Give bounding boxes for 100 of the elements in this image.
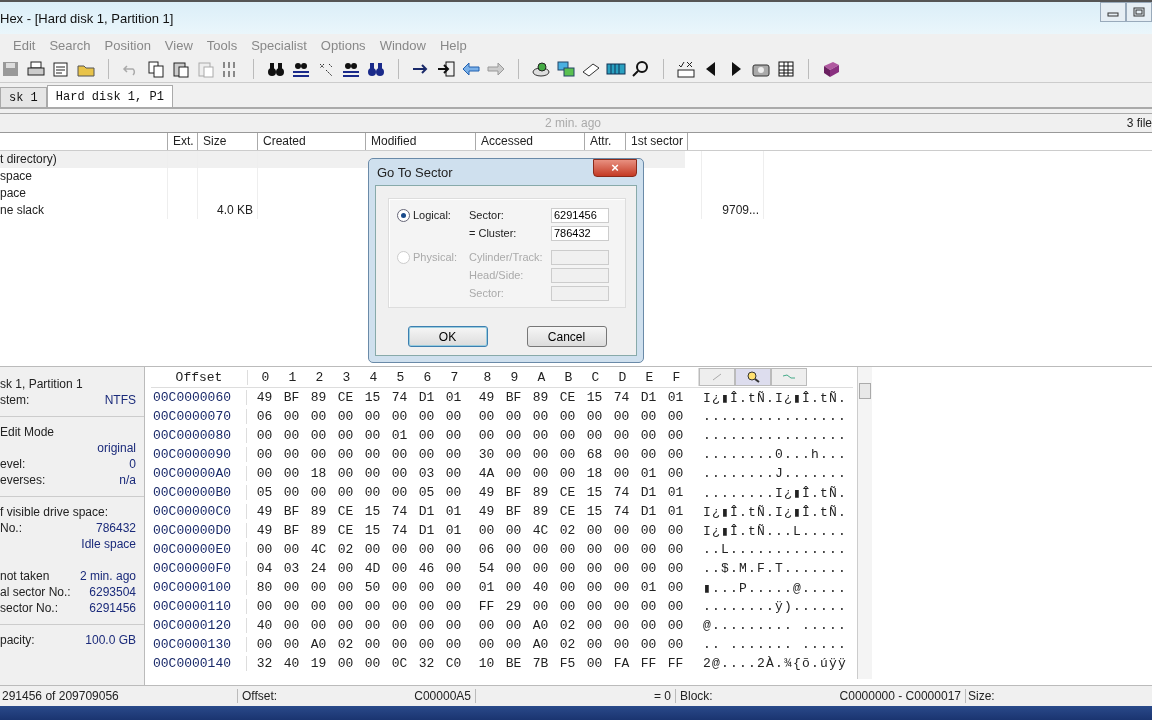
column-header[interactable]: Created xyxy=(258,133,366,150)
document-tab[interactable]: sk 1 xyxy=(0,87,47,107)
input-field[interactable]: 6291456 xyxy=(551,207,609,223)
close-button[interactable]: × xyxy=(593,159,637,177)
offset-cell: 00C0000080 xyxy=(151,428,247,443)
hex-byte: 00 xyxy=(309,599,328,614)
hex-byte: CE xyxy=(336,523,355,538)
column-header[interactable]: Accessed xyxy=(476,133,585,150)
hex-byte: 00 xyxy=(477,523,496,538)
hex-byte: 00 xyxy=(390,466,409,481)
hex-byte: 00 xyxy=(504,466,523,481)
hex-byte: 05 xyxy=(255,485,274,500)
hex-byte: 00 xyxy=(585,561,604,576)
hex-byte: 00 xyxy=(666,561,685,576)
column-header: 0 xyxy=(260,369,271,385)
hex-byte: 00 xyxy=(444,542,463,557)
status-label: Block: xyxy=(680,689,713,703)
hex-byte: 00 xyxy=(444,428,463,443)
info-value: 0 xyxy=(129,457,136,472)
offset-cell: 00C0000070 xyxy=(151,409,247,424)
info-value: 100.0 GB xyxy=(85,633,136,648)
hex-byte: 00 xyxy=(612,580,631,595)
hex-byte: 49 xyxy=(477,390,496,405)
hex-byte: 00 xyxy=(336,485,355,500)
hex-byte: 4D xyxy=(363,561,382,576)
hex-byte: 00 xyxy=(558,409,577,424)
hex-byte: 18 xyxy=(309,466,328,481)
column-header[interactable]: Modified xyxy=(366,133,476,150)
hex-byte: 00 xyxy=(585,542,604,557)
hex-byte: 00 xyxy=(585,523,604,538)
hex-byte: 00 xyxy=(639,637,658,652)
offset-cell: 00C0000060 xyxy=(151,390,247,405)
hex-byte: 00 xyxy=(666,523,685,538)
dialog-button[interactable]: OK xyxy=(407,326,488,347)
hex-byte: 06 xyxy=(255,409,274,424)
document-tab[interactable]: Hard disk 1, P1 xyxy=(46,85,173,107)
hex-byte: 00 xyxy=(417,542,436,557)
hex-byte: 00 xyxy=(444,447,463,462)
ascii-text: ........ÿ)...... xyxy=(703,599,849,614)
hex-byte: 74 xyxy=(612,504,631,519)
field-label: Sector: xyxy=(469,287,505,299)
hex-byte: 00 xyxy=(363,542,382,557)
hex-byte: 30 xyxy=(477,447,496,462)
input-field[interactable]: 786432 xyxy=(551,225,609,241)
hex-byte: CE xyxy=(336,504,355,519)
ascii-text: ................ xyxy=(703,409,849,424)
hex-byte: 00 xyxy=(666,618,685,633)
hex-byte: 00 xyxy=(282,428,301,443)
hex-byte: 00 xyxy=(444,599,463,614)
hex-byte: 19 xyxy=(309,656,328,671)
hex-byte: D1 xyxy=(417,390,436,405)
hex-byte: 00 xyxy=(282,542,301,557)
hex-byte: 00 xyxy=(612,409,631,424)
hex-byte: CE xyxy=(336,390,355,405)
hex-byte: 15 xyxy=(363,390,382,405)
info-label: Edit Mode xyxy=(0,425,55,440)
column-header: 9 xyxy=(509,369,520,385)
hex-byte: 00 xyxy=(477,637,496,652)
hex-byte: 74 xyxy=(390,523,409,538)
hex-byte: D1 xyxy=(417,504,436,519)
hex-byte: 15 xyxy=(585,390,604,405)
hex-byte: 49 xyxy=(477,504,496,519)
radio-label[interactable]: Logical: xyxy=(413,209,451,221)
hex-byte: 00 xyxy=(558,561,577,576)
hex-byte: 00 xyxy=(282,580,301,595)
column-header[interactable]: 1st sector xyxy=(626,133,688,150)
hex-byte: 01 xyxy=(639,580,658,595)
column-header[interactable]: Size xyxy=(198,133,258,150)
column-header[interactable]: Ext. xyxy=(168,133,198,150)
hex-byte: 00 xyxy=(504,428,523,443)
hex-byte: 00 xyxy=(255,466,274,481)
hex-byte: 24 xyxy=(309,561,328,576)
hex-byte: 00 xyxy=(558,466,577,481)
hex-byte: 00 xyxy=(282,618,301,633)
hex-byte: 4C xyxy=(531,523,550,538)
hex-byte: BF xyxy=(504,504,523,519)
hex-byte: A0 xyxy=(531,637,550,652)
hex-byte: 00 xyxy=(639,561,658,576)
hex-byte: 00 xyxy=(363,409,382,424)
hex-byte: 03 xyxy=(282,561,301,576)
hex-byte: 74 xyxy=(612,485,631,500)
column-header: 7 xyxy=(449,369,460,385)
hex-byte: 02 xyxy=(558,523,577,538)
hex-byte: 00 xyxy=(363,466,382,481)
hex-byte: 40 xyxy=(531,580,550,595)
hex-byte: 49 xyxy=(477,485,496,500)
hex-byte: 00 xyxy=(336,447,355,462)
column-header[interactable]: Attr. xyxy=(585,133,626,150)
hex-byte: 4C xyxy=(309,542,328,557)
hex-byte: 00 xyxy=(531,447,550,462)
hex-byte: 00 xyxy=(504,618,523,633)
hex-byte: 00 xyxy=(444,580,463,595)
info-label: pacity: xyxy=(0,633,35,648)
info-label: al sector No.: xyxy=(0,585,71,600)
dialog-button[interactable]: Cancel xyxy=(526,326,607,347)
column-header: E xyxy=(644,369,655,385)
hex-byte: 00 xyxy=(417,447,436,462)
hex-byte: D1 xyxy=(639,504,658,519)
hex-byte: 00 xyxy=(363,485,382,500)
info-label: f visible drive space: xyxy=(0,505,109,520)
